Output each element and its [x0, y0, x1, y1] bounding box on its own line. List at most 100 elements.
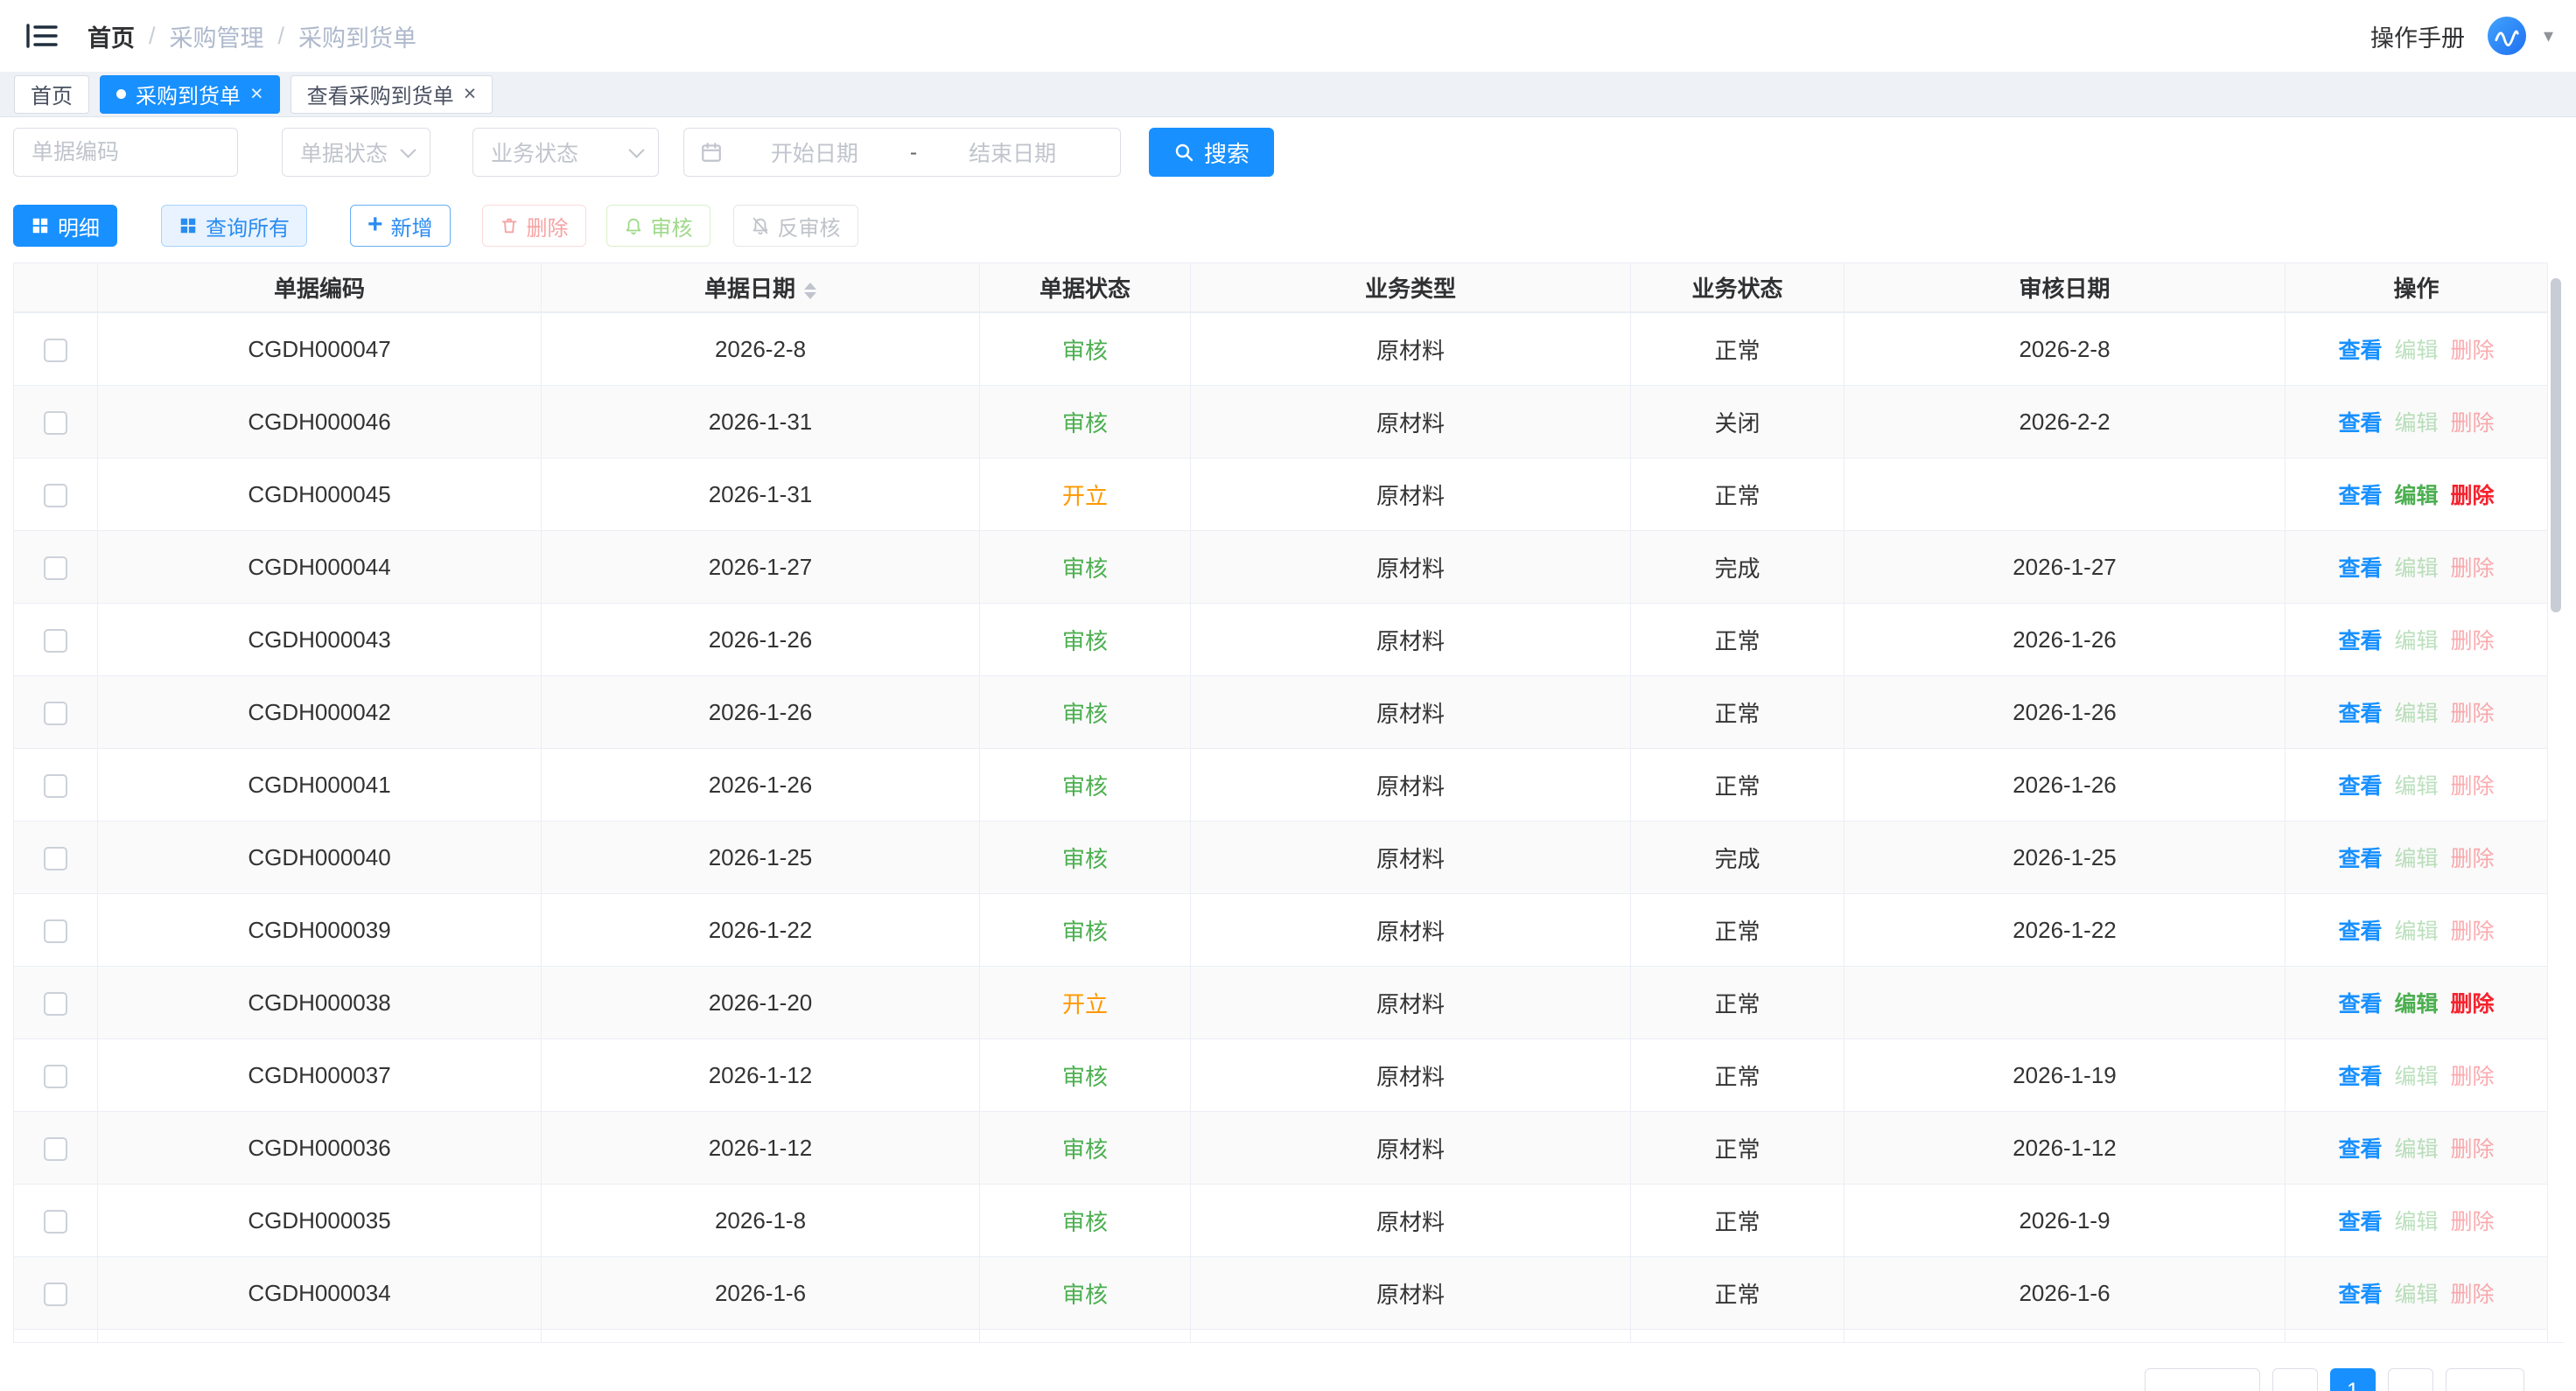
edit-link[interactable]: 编辑 — [2394, 484, 2438, 508]
doc-code-input[interactable] — [13, 128, 238, 177]
edit-link[interactable]: 编辑 — [2394, 1283, 2438, 1307]
delete-link[interactable]: 删除 — [2451, 847, 2495, 871]
delete-link[interactable]: 删除 — [2451, 629, 2495, 654]
edit-link[interactable]: 编辑 — [2394, 1137, 2438, 1162]
edit-link[interactable]: 编辑 — [2394, 629, 2438, 654]
status-text: 审核 — [1062, 701, 1108, 727]
delete-link[interactable]: 删除 — [2451, 556, 2495, 581]
page-jump-input[interactable] — [2446, 1368, 2524, 1391]
sort-icon[interactable] — [804, 283, 816, 299]
row-checkbox[interactable] — [44, 774, 67, 798]
vertical-scrollbar[interactable] — [2551, 278, 2561, 612]
chevron-down-icon[interactable]: ▾ — [2544, 24, 2553, 47]
row-checkbox[interactable] — [44, 847, 67, 870]
status-text: 审核 — [1062, 556, 1108, 582]
audit-button-label: 审核 — [651, 211, 693, 241]
search-button[interactable]: 搜索 — [1149, 128, 1274, 177]
delete-button[interactable]: 删除 — [482, 205, 586, 247]
view-link[interactable]: 查看 — [2338, 339, 2382, 363]
cell-status: 审核 — [980, 1257, 1191, 1330]
manual-link[interactable]: 操作手册 — [2370, 19, 2465, 53]
unaudit-button[interactable]: 反审核 — [733, 205, 858, 247]
cell-biz-type: 原材料 — [1191, 749, 1631, 821]
active-dot-icon — [116, 89, 126, 99]
delete-link[interactable]: 删除 — [2451, 702, 2495, 726]
close-icon[interactable]: × — [464, 83, 477, 105]
cell-date: 2026-1-12 — [542, 1112, 980, 1185]
view-link[interactable]: 查看 — [2338, 702, 2382, 726]
view-link[interactable]: 查看 — [2338, 629, 2382, 654]
view-link[interactable]: 查看 — [2338, 919, 2382, 944]
edit-link[interactable]: 编辑 — [2394, 992, 2438, 1017]
row-checkbox[interactable] — [44, 484, 67, 507]
table-scroll-area[interactable]: CGDH000047 2026-2-8 审核 原材料 正常 2026-2-8 查… — [13, 312, 2564, 1343]
page-size-select[interactable] — [2145, 1368, 2260, 1391]
close-icon[interactable]: × — [250, 83, 263, 105]
audit-button[interactable]: 审核 — [606, 205, 710, 247]
row-checkbox[interactable] — [44, 919, 67, 943]
tab-purchase-delivery[interactable]: 采购到货单 × — [100, 75, 280, 114]
row-checkbox[interactable] — [44, 1210, 67, 1234]
view-link[interactable]: 查看 — [2338, 774, 2382, 799]
row-checkbox[interactable] — [44, 339, 67, 362]
query-all-button[interactable]: 查询所有 — [161, 205, 307, 247]
avatar[interactable] — [2488, 17, 2526, 55]
delete-link[interactable]: 删除 — [2451, 484, 2495, 508]
delete-link[interactable]: 删除 — [2451, 992, 2495, 1017]
tab-home[interactable]: 首页 — [14, 75, 89, 114]
cell-biz-status: 正常 — [1631, 604, 1844, 676]
cell-select — [14, 458, 98, 531]
view-link[interactable]: 查看 — [2338, 484, 2382, 508]
add-button[interactable]: + 新增 — [350, 205, 451, 247]
view-link[interactable]: 查看 — [2338, 992, 2382, 1017]
delete-link[interactable]: 删除 — [2451, 1137, 2495, 1162]
edit-link[interactable]: 编辑 — [2394, 339, 2438, 363]
delete-link[interactable]: 删除 — [2451, 339, 2495, 363]
edit-link[interactable]: 编辑 — [2394, 702, 2438, 726]
cell-status: 审核 — [980, 604, 1191, 676]
detail-button[interactable]: 明细 — [13, 205, 117, 247]
delete-link[interactable]: 删除 — [2451, 1283, 2495, 1307]
biz-status-select[interactable]: 业务状态 — [472, 128, 659, 177]
edit-link[interactable]: 编辑 — [2394, 1065, 2438, 1089]
row-checkbox[interactable] — [44, 556, 67, 580]
cell-date: 2026-1-25 — [542, 821, 980, 894]
edit-link[interactable]: 编辑 — [2394, 774, 2438, 799]
edit-link[interactable]: 编辑 — [2394, 411, 2438, 436]
edit-link[interactable]: 编辑 — [2394, 919, 2438, 944]
prev-page-button[interactable] — [2272, 1368, 2318, 1391]
row-checkbox[interactable] — [44, 702, 67, 725]
view-link[interactable]: 查看 — [2338, 1210, 2382, 1234]
row-checkbox[interactable] — [44, 629, 67, 653]
view-link[interactable]: 查看 — [2338, 411, 2382, 436]
filter-bar: 单据状态 业务状态 开始日期 - 结束日期 搜索 — [0, 128, 2576, 177]
breadcrumb-purchase-mgmt[interactable]: 采购管理 — [170, 19, 264, 53]
date-range-picker[interactable]: 开始日期 - 结束日期 — [683, 128, 1121, 177]
next-page-button[interactable] — [2388, 1368, 2433, 1391]
row-checkbox[interactable] — [44, 1065, 67, 1088]
breadcrumb-home[interactable]: 首页 — [88, 19, 135, 53]
view-link[interactable]: 查看 — [2338, 1137, 2382, 1162]
row-checkbox[interactable] — [44, 992, 67, 1016]
delete-link[interactable]: 删除 — [2451, 919, 2495, 944]
delete-link[interactable]: 删除 — [2451, 1065, 2495, 1089]
col-doc-date[interactable]: 单据日期 — [542, 263, 980, 312]
row-checkbox[interactable] — [44, 1283, 67, 1306]
edit-link[interactable]: 编辑 — [2394, 1210, 2438, 1234]
row-checkbox[interactable] — [44, 411, 67, 435]
edit-link[interactable]: 编辑 — [2394, 847, 2438, 871]
cell-biz-status: 正常 — [1631, 1257, 1844, 1330]
view-link[interactable]: 查看 — [2338, 1283, 2382, 1307]
delete-link[interactable]: 删除 — [2451, 774, 2495, 799]
view-link[interactable]: 查看 — [2338, 556, 2382, 581]
view-link[interactable]: 查看 — [2338, 847, 2382, 871]
delete-link[interactable]: 删除 — [2451, 1210, 2495, 1234]
current-page-button[interactable]: 1 — [2330, 1368, 2376, 1391]
edit-link[interactable]: 编辑 — [2394, 556, 2438, 581]
tab-view-purchase-delivery[interactable]: 查看采购到货单 × — [290, 75, 494, 114]
view-link[interactable]: 查看 — [2338, 1065, 2382, 1089]
delete-link[interactable]: 删除 — [2451, 411, 2495, 436]
collapse-menu-icon[interactable] — [23, 18, 61, 53]
row-checkbox[interactable] — [44, 1137, 67, 1161]
doc-status-select[interactable]: 单据状态 — [282, 128, 430, 177]
